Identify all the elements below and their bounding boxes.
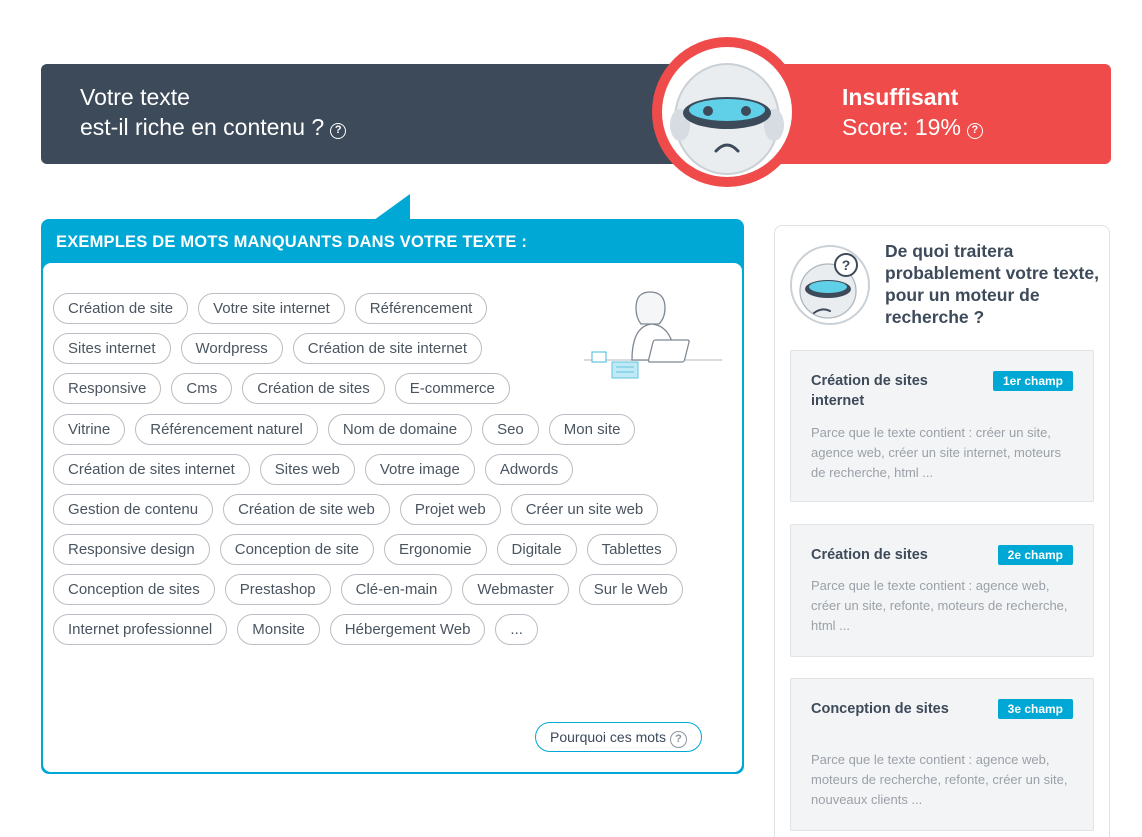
topic-reason: Parce que le texte contient : agence web… xyxy=(811,578,1068,633)
topic-title: Conception de sites xyxy=(811,701,949,717)
missing-word-tag: Adwords xyxy=(484,454,574,485)
topic-rank-badge: 3e champ xyxy=(997,699,1073,719)
thinking-robot-icon: ? xyxy=(788,243,872,327)
banner-question: Votre texte est-il riche en contenu ?? xyxy=(80,82,347,142)
help-icon[interactable]: ? xyxy=(330,123,347,139)
missing-word-tag: Vitrine xyxy=(53,414,126,445)
missing-word-tags-top: Création de site Votre site internet Référ… xyxy=(53,293,573,404)
missing-word-tag: Conception de sites xyxy=(53,574,215,605)
score-value: Score: 19% xyxy=(842,114,961,140)
sad-robot-icon xyxy=(662,47,792,177)
topic-title: Création de sites internet xyxy=(811,373,928,409)
missing-word-tag: Nom de domaine xyxy=(327,414,473,445)
topic-card-3: Conception de sites 3e champ Parce que l… xyxy=(790,678,1094,831)
missing-word-tag: Référencement naturel xyxy=(135,414,318,445)
topic-reason: Parce que le texte contient : agence web… xyxy=(811,752,1068,807)
missing-word-tag: Clé-en-main xyxy=(340,574,453,605)
missing-word-tag: Monsite xyxy=(237,614,320,645)
missing-word-tag: Projet web xyxy=(399,494,501,525)
missing-word-tag: Sites internet xyxy=(53,333,171,364)
missing-word-tag: Tablettes xyxy=(586,534,677,565)
more-words-tag[interactable]: ... xyxy=(495,614,538,645)
missing-word-tag: Votre image xyxy=(364,454,475,485)
topic-reason: Parce que le texte contient : créer un s… xyxy=(811,425,1062,480)
missing-word-tag: Création de site web xyxy=(223,494,390,525)
missing-word-tag: Sur le Web xyxy=(578,574,683,605)
topic-rank-badge: 1er champ xyxy=(992,371,1073,391)
topic-title: Création de sites xyxy=(811,547,928,563)
missing-word-tag: Seo xyxy=(482,414,539,445)
missing-word-tag: Responsive design xyxy=(53,534,210,565)
topic-card-1: Création de sites internet 1er champ Par… xyxy=(790,350,1094,502)
missing-word-tag: Conception de site xyxy=(219,534,374,565)
missing-word-tag: Ergonomie xyxy=(384,534,487,565)
missing-word-tag: Création de site internet xyxy=(292,333,483,364)
missing-word-tag: Internet professionnel xyxy=(53,614,228,645)
missing-word-tag: Webmaster xyxy=(462,574,569,605)
topic-card-2: Création de sites 2e champ Parce que le … xyxy=(790,524,1094,657)
topic-rank-badge: 2e champ xyxy=(997,545,1073,565)
missing-word-tag: Créer un site web xyxy=(510,494,659,525)
missing-word-tag: E-commerce xyxy=(394,373,510,404)
missing-word-tag: Hébergement Web xyxy=(329,614,486,645)
svg-text:?: ? xyxy=(842,257,851,273)
missing-word-tag: Création de sites xyxy=(242,373,385,404)
missing-word-tags: Vitrine Référencement naturel Nom de domai… xyxy=(53,414,733,645)
woman-at-laptop-illustration xyxy=(584,290,724,386)
missing-word-tag: Cms xyxy=(171,373,233,404)
missing-word-tag: Mon site xyxy=(548,414,636,445)
missing-word-tag: Création de sites internet xyxy=(53,454,250,485)
missing-word-tag: Sites web xyxy=(259,454,355,485)
verdict: Insuffisant Score: 19%? xyxy=(842,82,983,142)
missing-words-header: EXEMPLES DE MOTS MANQUANTS DANS VOTRE TE… xyxy=(56,233,528,251)
missing-word-tag: Votre site internet xyxy=(198,293,345,324)
missing-word-tag: Prestashop xyxy=(224,574,331,605)
score-help-icon[interactable]: ? xyxy=(966,123,983,139)
question-line-1: Votre texte xyxy=(80,84,190,110)
missing-word-tag: Responsive xyxy=(53,373,162,404)
help-icon: ? xyxy=(669,731,687,748)
why-button-label: Pourquoi ces mots xyxy=(550,729,666,745)
question-line-2: est-il riche en contenu ? xyxy=(80,114,325,140)
topics-title: De quoi traitera probablement votre text… xyxy=(885,241,1099,327)
missing-word-tag: Référencement xyxy=(354,293,488,324)
panel-pointer xyxy=(374,194,410,220)
missing-word-tag: Création de site xyxy=(53,293,189,324)
why-these-words-button[interactable]: Pourquoi ces mots? xyxy=(535,722,702,752)
missing-word-tag: Digitale xyxy=(496,534,577,565)
verdict-label: Insuffisant xyxy=(842,84,959,110)
missing-word-tag: Wordpress xyxy=(180,333,283,364)
missing-word-tag: Gestion de contenu xyxy=(53,494,214,525)
